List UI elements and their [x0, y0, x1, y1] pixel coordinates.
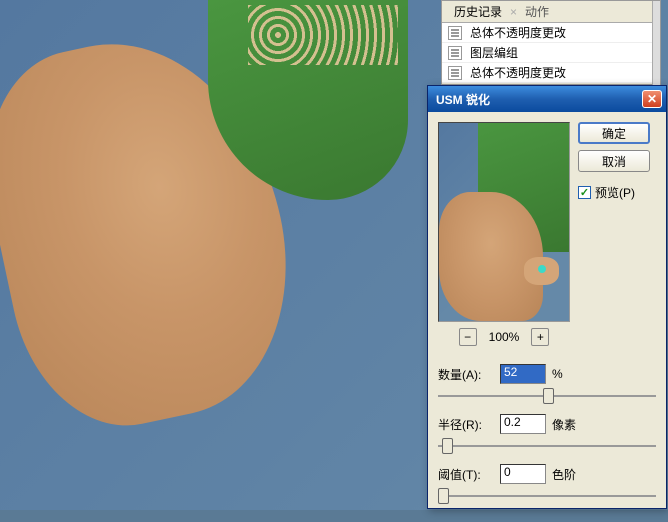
history-step-icon — [448, 46, 462, 60]
dialog-title: USM 锐化 — [432, 91, 642, 108]
titlebar[interactable]: USM 锐化 ✕ — [428, 86, 666, 112]
amount-unit: % — [552, 367, 563, 381]
amount-label: 数量(A): — [438, 366, 494, 383]
minus-icon: − — [464, 330, 471, 344]
threshold-slider[interactable] — [438, 486, 656, 506]
cancel-button[interactable]: 取消 — [578, 150, 650, 172]
history-step-icon — [448, 66, 462, 80]
amount-input[interactable]: 52 — [500, 364, 546, 384]
tab-history[interactable]: 历史记录 — [446, 0, 510, 23]
preview-image[interactable] — [438, 122, 570, 322]
history-item[interactable]: 图层编组 — [442, 43, 660, 63]
tab-actions[interactable]: 动作 — [517, 0, 557, 23]
threshold-unit: 色阶 — [552, 466, 576, 483]
history-step-icon — [448, 26, 462, 40]
radius-slider[interactable] — [438, 436, 656, 456]
threshold-input[interactable]: 0 — [500, 464, 546, 484]
close-button[interactable]: ✕ — [642, 90, 662, 108]
threshold-label: 阈值(T): — [438, 466, 494, 483]
history-panel: 历史记录 × 动作 总体不透明度更改 图层编组 总体不透明度更改 — [441, 0, 661, 85]
preview-label: 预览(P) — [595, 184, 635, 201]
ok-button[interactable]: 确定 — [578, 122, 650, 144]
zoom-out-button[interactable]: − — [459, 328, 477, 346]
zoom-in-button[interactable]: + — [531, 328, 549, 346]
preview-checkbox[interactable]: ✓ — [578, 186, 591, 199]
amount-slider[interactable] — [438, 386, 656, 406]
radius-unit: 像素 — [552, 416, 576, 433]
plus-icon: + — [537, 330, 544, 344]
scrollbar[interactable] — [652, 1, 660, 86]
history-item[interactable]: 总体不透明度更改 — [442, 63, 660, 83]
usm-dialog: USM 锐化 ✕ − 100% + 确定 取消 — [427, 85, 667, 509]
zoom-level: 100% — [489, 330, 520, 344]
history-item[interactable]: 总体不透明度更改 — [442, 23, 660, 43]
radius-label: 半径(R): — [438, 416, 494, 433]
close-icon: ✕ — [647, 92, 657, 106]
radius-input[interactable]: 0.2 — [500, 414, 546, 434]
